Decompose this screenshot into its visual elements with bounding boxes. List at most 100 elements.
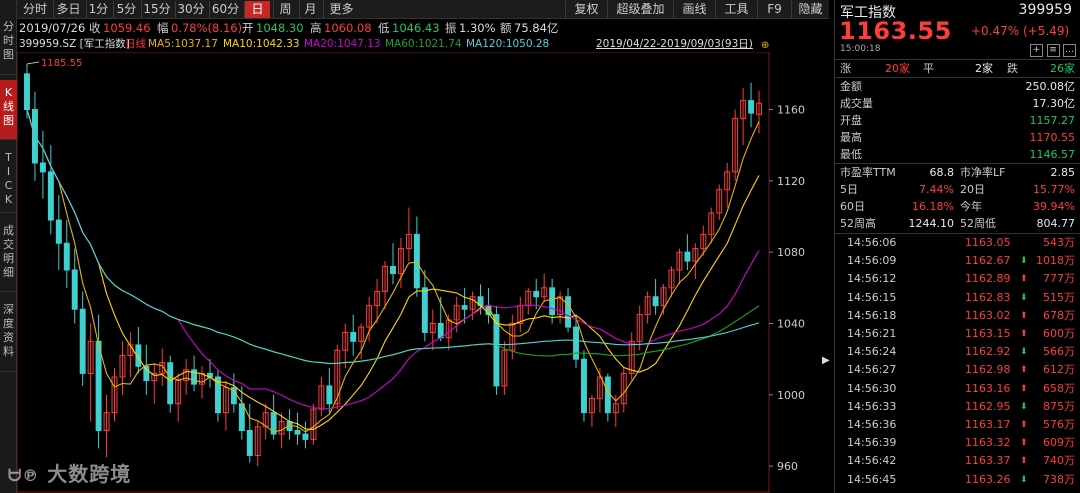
toolbar-btn-2[interactable]: 画线	[673, 1, 715, 18]
breadth-up: 20家	[885, 62, 910, 75]
breadth-flat-label: 平	[923, 62, 934, 75]
period-btn-3[interactable]: 5分	[113, 1, 139, 18]
left-tab-4[interactable]: 深度资料	[0, 297, 17, 372]
date-range[interactable]: 2019/04/22-2019/09/03(93日)	[596, 36, 753, 52]
stat-value: 1157.27	[1029, 114, 1076, 127]
period-btn-6[interactable]: 60分	[209, 1, 241, 18]
ma60-line	[26, 109, 760, 365]
alert-icon[interactable]: ≡	[1046, 44, 1060, 57]
toolbar-btn-3[interactable]: 工具	[715, 1, 757, 18]
period-btn-8[interactable]: 周	[273, 1, 297, 18]
toolbar-btn-0[interactable]: 复权	[565, 1, 607, 18]
panel-icons: + ≡ …	[1030, 42, 1076, 57]
candle-body	[604, 376, 611, 414]
tick-price: 1162.83	[965, 290, 1011, 304]
tick-volume: 576万	[1043, 418, 1075, 431]
tick-row: 14:56:33 1162.95 ⬇ 875万	[835, 398, 1080, 416]
tick-volume: 612万	[1043, 363, 1075, 377]
stat-row-0: 金额 250.08亿	[835, 78, 1080, 95]
add-watch-icon[interactable]: +	[1030, 44, 1043, 57]
candle-body	[533, 290, 540, 298]
tick-row: 14:56:24 1162.92 ⬇ 566万	[835, 343, 1080, 361]
kline-chart[interactable]: 1160 1120 1080 1040 1000 960 1185.55	[17, 52, 829, 493]
high-marker-label: 1185.55	[41, 58, 82, 69]
quote-change-abs: (+5.49)	[1023, 24, 1070, 38]
toolbar-btn-5[interactable]: 隐藏	[791, 1, 829, 18]
collapse-arrow-icon[interactable]: ▶	[822, 355, 830, 366]
ma20-legend: MA20:1047.13	[304, 38, 381, 50]
info-range: 0.78%(8.16)	[171, 21, 243, 35]
period-btn-1[interactable]: 多日	[53, 1, 83, 18]
arrow-up-icon: ⬆	[1020, 456, 1028, 467]
left-tab-2[interactable]: TICK	[0, 145, 17, 213]
y-tick-label: 1040	[777, 318, 805, 331]
arrow-down-icon: ⬇	[1020, 474, 1028, 485]
arrow-up-icon: ⬆	[1020, 365, 1028, 376]
stat-label: 成交量	[840, 97, 873, 110]
arrow-up-icon: ⬆	[1020, 329, 1028, 339]
period-btn-7[interactable]: 日	[244, 1, 270, 18]
quote-panel: 军工指数 399959 1163.55 +0.47% (+5.49) 15:00…	[834, 0, 1080, 493]
left-tab-1[interactable]: K线图	[0, 80, 17, 140]
info-open: 1048.30	[256, 21, 304, 35]
toolbar-btn-4[interactable]: F9	[757, 1, 791, 18]
period-btn-5[interactable]: 30分	[175, 1, 206, 18]
period-btn-10[interactable]: 更多	[323, 1, 359, 18]
candle-body	[549, 287, 556, 316]
tick-time: 14:56:45	[847, 472, 897, 486]
y-tick-label: 1080	[777, 246, 805, 259]
ma60-legend: MA60:1021.74	[385, 38, 462, 50]
period-btn-2[interactable]: 1分	[86, 1, 110, 18]
candle-body	[437, 323, 444, 339]
d5-label: 5日	[840, 183, 858, 196]
stat-label: 最高	[840, 131, 862, 144]
toolbar-btn-1[interactable]: 超级叠加	[607, 1, 673, 18]
tick-price: 1162.98	[965, 363, 1011, 377]
stat-value: 1146.57	[1029, 148, 1076, 161]
pe-value: 68.8	[929, 166, 955, 179]
tick-volume: 566万	[1043, 345, 1075, 359]
ytd-label: 今年	[960, 200, 982, 213]
stat-label: 金额	[840, 80, 862, 93]
d5-d20-row: 5日 7.44% 20日 15.77%	[835, 181, 1080, 198]
info-amount: 75.84亿	[514, 21, 559, 35]
breadth-down-label: 跌	[1007, 62, 1018, 75]
tick-volume: 515万	[1043, 290, 1075, 304]
candle-body	[652, 296, 659, 307]
tick-row: 14:56:30 1163.16 ⬆ 658万	[835, 380, 1080, 398]
tick-price: 1162.89	[965, 272, 1011, 286]
info-low-label: 低	[378, 21, 390, 35]
ytd-value: 39.94%	[1033, 200, 1075, 213]
watermark-logo-icon: ᗨ℗	[8, 466, 40, 485]
info-close-label: 收	[89, 21, 101, 35]
left-tab-3[interactable]: 成交明细	[0, 218, 17, 292]
left-tab-0[interactable]: 分时图	[0, 0, 17, 75]
stat-value: 17.30亿	[1032, 97, 1076, 110]
pb-value: 2.85	[1050, 166, 1076, 179]
tick-time: 14:56:36	[847, 418, 897, 431]
tick-volume: 543万	[1043, 236, 1075, 249]
pe-pb-row: 市盈率TTM 68.8 市净率LF 2.85	[835, 164, 1080, 181]
breadth-flat: 2家	[975, 62, 993, 75]
period-btn-9[interactable]: 月	[299, 1, 321, 18]
d60-ytd-row: 60日 16.18% 今年 39.94%	[835, 198, 1080, 215]
candle-body	[39, 162, 46, 173]
tick-time: 14:56:15	[847, 290, 897, 304]
tick-volume: 738万	[1043, 472, 1075, 486]
tick-volume: 600万	[1043, 327, 1075, 340]
info-high-label: 高	[310, 21, 322, 35]
candle-body	[238, 403, 245, 431]
d20-label: 20日	[960, 183, 985, 196]
tick-price: 1163.32	[965, 436, 1011, 450]
tick-volume: 740万	[1043, 454, 1075, 468]
arrow-down-icon: ⬇	[1020, 292, 1028, 303]
stat-row-4: 最低 1146.57	[835, 146, 1080, 163]
period-btn-4[interactable]: 15分	[141, 1, 172, 18]
tick-time: 14:56:21	[847, 327, 897, 340]
period-btn-0[interactable]: 分时	[20, 1, 50, 18]
more-icon[interactable]: …	[1063, 44, 1076, 57]
tick-row: 14:56:18 1163.02 ⬆ 678万	[835, 307, 1080, 325]
candle-body	[79, 308, 86, 374]
arrow-up-icon: ⬆	[1020, 274, 1028, 285]
candle-body	[167, 362, 174, 405]
